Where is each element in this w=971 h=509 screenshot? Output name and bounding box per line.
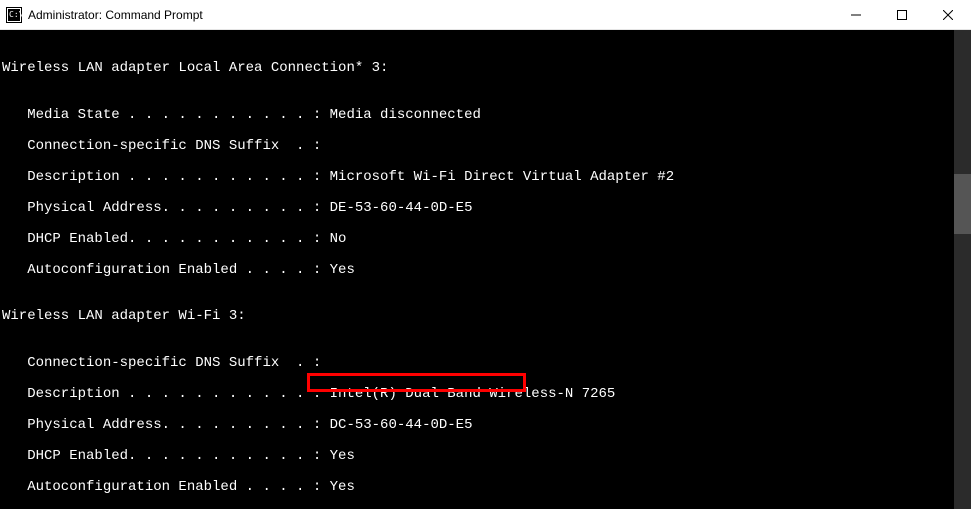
output-line: Connection-specific DNS Suffix . : [2,356,969,372]
cmd-icon: C:\ [6,7,22,23]
output-line: Media State . . . . . . . . . . . : Medi… [2,108,969,124]
output-line: Physical Address. . . . . . . . . : DC-5… [2,418,969,434]
terminal-output[interactable]: Wireless LAN adapter Local Area Connecti… [0,30,971,509]
output-line: Description . . . . . . . . . . . : Micr… [2,170,969,186]
close-button[interactable] [925,0,971,30]
output-line: Wireless LAN adapter Local Area Connecti… [2,61,969,77]
scrollbar-thumb[interactable] [954,174,971,234]
window-controls [833,0,971,29]
window: C:\ Administrator: Command Prompt Wirele… [0,0,971,509]
output-line: DHCP Enabled. . . . . . . . . . . : Yes [2,449,969,465]
output-line: Wireless LAN adapter Wi-Fi 3: [2,309,969,325]
output-line: Description . . . . . . . . . . . : Inte… [2,387,969,403]
minimize-button[interactable] [833,0,879,30]
maximize-button[interactable] [879,0,925,30]
output-line: Autoconfiguration Enabled . . . . : Yes [2,480,969,496]
titlebar[interactable]: C:\ Administrator: Command Prompt [0,0,971,30]
scrollbar[interactable] [954,30,971,509]
output-line: Connection-specific DNS Suffix . : [2,139,969,155]
output-line: Autoconfiguration Enabled . . . . : Yes [2,263,969,279]
output-line: DHCP Enabled. . . . . . . . . . . : No [2,232,969,248]
svg-text:C:\: C:\ [9,10,22,19]
window-title: Administrator: Command Prompt [28,8,833,22]
output-line: Physical Address. . . . . . . . . : DE-5… [2,201,969,217]
